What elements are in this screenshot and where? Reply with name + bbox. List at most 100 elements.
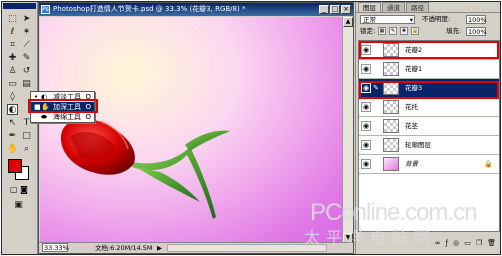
- eye-icon[interactable]: ◉: [361, 45, 371, 55]
- blend-row: 正常 ▾ 不透明度: 100%: [356, 13, 500, 25]
- layer-row[interactable]: ◉ 轮廓图层: [359, 136, 499, 155]
- sponge-icon: ⬬: [41, 113, 47, 121]
- opacity-field[interactable]: 100%: [466, 15, 487, 24]
- layer-style-icon[interactable]: ƒ: [446, 238, 448, 248]
- layer-name: 花茎: [405, 122, 418, 130]
- layer-name: 背景: [405, 160, 418, 168]
- layer-thumbnail: [383, 157, 399, 171]
- sponge-tool-item[interactable]: ⬬ 海绵工具 O: [31, 112, 94, 122]
- shortcut-key: O: [85, 93, 91, 101]
- trash-icon[interactable]: 🗑: [487, 238, 496, 248]
- crop-tool-icon[interactable]: ⌗: [7, 40, 18, 51]
- chevron-down-icon: ▾: [409, 16, 413, 24]
- marquee-tool-icon[interactable]: ⬚: [7, 14, 18, 25]
- lasso-tool-icon[interactable]: ℓ: [7, 27, 18, 38]
- layer-thumbnail: [383, 62, 399, 76]
- screen-mode-icon[interactable]: ▣: [13, 200, 24, 211]
- eye-icon[interactable]: ◉: [361, 159, 371, 169]
- eye-icon[interactable]: ◉: [361, 140, 371, 150]
- layer-row-selected[interactable]: ◉ ✎ 花瓣3: [359, 79, 499, 98]
- magic-wand-tool-icon[interactable]: ✶: [21, 27, 32, 38]
- eraser-tool-icon[interactable]: ▭: [7, 79, 18, 90]
- brush-icon: ✎: [373, 84, 379, 92]
- horizontal-scrollbar[interactable]: [167, 244, 327, 252]
- maximize-button[interactable]: □: [330, 5, 340, 14]
- burn-icon: ✋: [41, 103, 50, 111]
- toolbox-grip[interactable]: [3, 3, 36, 9]
- watermark-subtitle: 太平洋电脑网: [304, 228, 437, 247]
- minimize-button[interactable]: _: [319, 5, 329, 14]
- dodge-tool-icon[interactable]: ◐: [7, 104, 18, 115]
- move-tool-icon[interactable]: ➤: [21, 14, 32, 25]
- burn-tool-item[interactable]: ■ ✋ 加深工具 O: [31, 102, 94, 112]
- document-titlebar[interactable]: Ps Photoshop打造情人节贺卡.psd @ 33.3% (花瓣3, RG…: [39, 3, 353, 16]
- fill-label: 填充:: [446, 27, 462, 35]
- shortcut-key: O: [85, 103, 91, 111]
- watermark-logo: PConline.com.cn: [310, 199, 477, 226]
- gradient-tool-icon[interactable]: ▤: [21, 79, 32, 90]
- layer-row[interactable]: ◉ 花茎: [359, 117, 499, 136]
- document-size: 文档:6.20M/14.5M: [95, 244, 153, 252]
- scroll-up-icon[interactable]: ▲: [343, 17, 353, 27]
- tab-paths[interactable]: 路径: [406, 2, 429, 12]
- layer-thumbnail: [383, 100, 399, 114]
- toning-tools-flyout: • ◐ 减淡工具 O ■ ✋ 加深工具 O ⬬ 海绵工具 O: [30, 91, 95, 123]
- hand-tool-icon[interactable]: ✋: [7, 144, 18, 155]
- fill-field[interactable]: 100%: [466, 27, 487, 36]
- dodge-tool-item[interactable]: • ◐ 减淡工具 O: [31, 92, 94, 102]
- clone-stamp-tool-icon[interactable]: ♙: [7, 66, 18, 77]
- layer-row[interactable]: ◉ 花瓣2: [359, 41, 499, 60]
- lock-all-icon[interactable]: 🔒: [411, 27, 419, 35]
- history-brush-tool-icon[interactable]: ↺: [21, 66, 32, 77]
- zoom-field[interactable]: 33.33%: [42, 243, 69, 252]
- rose-artwork: [60, 118, 230, 219]
- folder-icon[interactable]: ▭: [464, 238, 471, 248]
- opacity-label: 不透明度:: [422, 15, 451, 23]
- close-button[interactable]: ×: [341, 5, 351, 14]
- layer-name: 轮廓图层: [405, 141, 431, 149]
- lock-image-icon[interactable]: ✎: [389, 27, 397, 35]
- foreground-color-swatch[interactable]: [8, 159, 22, 173]
- layer-row-background[interactable]: ◉ 背景 🔒: [359, 155, 499, 174]
- new-layer-icon[interactable]: ❐: [476, 238, 482, 248]
- status-menu-arrow-icon[interactable]: ▶: [157, 243, 162, 253]
- layer-row[interactable]: ◉ 花瓣1: [359, 60, 499, 79]
- tab-channels[interactable]: 通道: [382, 2, 405, 12]
- lock-transparency-icon[interactable]: ▦: [378, 27, 386, 35]
- lock-position-icon[interactable]: ✚: [400, 27, 408, 35]
- tab-layers[interactable]: 图层: [358, 2, 381, 12]
- eye-icon[interactable]: ◉: [361, 121, 371, 131]
- pen-tool-icon[interactable]: ✒: [7, 131, 18, 142]
- shape-tool-icon[interactable]: □: [21, 131, 32, 142]
- shortcut-key: O: [85, 113, 91, 121]
- zoom-tool-icon[interactable]: ⌕: [21, 144, 32, 155]
- slice-tool-icon[interactable]: ⟋: [21, 40, 32, 51]
- blur-tool-icon[interactable]: ◊: [7, 92, 18, 103]
- layer-name: 花瓣3: [405, 84, 423, 92]
- mask-icon[interactable]: ◎: [453, 238, 459, 248]
- panel-tabs: 图层 通道 路径: [356, 2, 500, 13]
- eye-icon[interactable]: ◉: [361, 102, 371, 112]
- layer-thumbnail: [383, 119, 399, 133]
- quick-mask-icon[interactable]: ▢ ◙: [10, 186, 30, 194]
- sponge-tool-label: 海绵工具: [53, 113, 81, 121]
- eye-icon[interactable]: ◉: [361, 83, 371, 93]
- lock-label: 锁定:: [360, 27, 376, 35]
- layer-thumbnail: [383, 138, 399, 152]
- lock-icon: 🔒: [484, 160, 493, 168]
- layer-name: 花托: [405, 103, 418, 111]
- photoshop-doc-icon: Ps: [41, 5, 50, 14]
- dodge-icon: ◐: [41, 93, 48, 101]
- dodge-tool-label: 减淡工具: [53, 93, 81, 101]
- document-window: Ps Photoshop打造情人节贺卡.psd @ 33.3% (花瓣3, RG…: [38, 2, 354, 254]
- image-canvas[interactable]: [40, 17, 342, 243]
- blend-mode-select[interactable]: 正常 ▾: [360, 15, 415, 24]
- healing-brush-tool-icon[interactable]: ✚: [7, 53, 18, 64]
- current-tool-dot: •: [34, 93, 39, 101]
- brush-tool-icon[interactable]: ✎: [21, 53, 32, 64]
- burn-tool-label: 加深工具: [53, 103, 81, 111]
- layer-row[interactable]: ◉ 花托: [359, 98, 499, 117]
- eye-icon[interactable]: ◉: [361, 64, 371, 74]
- selected-tool-marker: ■: [34, 103, 41, 111]
- path-selection-tool-icon[interactable]: ↖: [7, 118, 18, 129]
